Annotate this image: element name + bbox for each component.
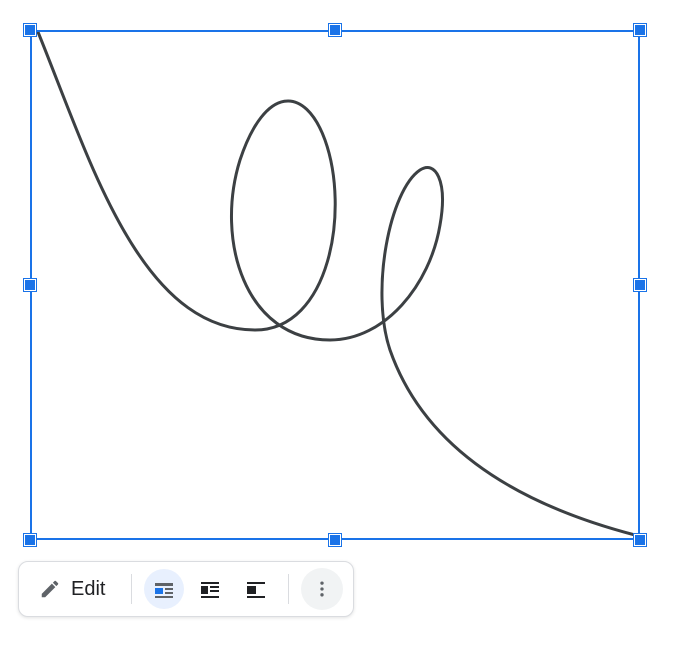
break-text-icon xyxy=(244,577,268,601)
wrap-text-icon xyxy=(198,577,222,601)
drawing-selection[interactable] xyxy=(30,30,640,540)
toolbar-divider xyxy=(131,574,132,604)
resize-handle-n[interactable] xyxy=(329,24,341,36)
inline-wrap-icon xyxy=(152,577,176,601)
resize-handle-e[interactable] xyxy=(634,279,646,291)
resize-handle-nw[interactable] xyxy=(24,24,36,36)
resize-handle-ne[interactable] xyxy=(634,24,646,36)
more-vertical-icon xyxy=(312,579,332,599)
drawing-canvas[interactable] xyxy=(30,30,640,540)
break-text-button[interactable] xyxy=(236,569,276,609)
resize-handle-s[interactable] xyxy=(329,534,341,546)
more-options-button[interactable] xyxy=(301,568,343,610)
pencil-icon xyxy=(39,578,61,600)
edit-button[interactable]: Edit xyxy=(29,570,119,609)
resize-handle-se[interactable] xyxy=(634,534,646,546)
resize-handle-sw[interactable] xyxy=(24,534,36,546)
inline-wrap-button[interactable] xyxy=(144,569,184,609)
toolbar-divider xyxy=(288,574,289,604)
resize-handle-w[interactable] xyxy=(24,279,36,291)
wrap-text-button[interactable] xyxy=(190,569,230,609)
image-options-toolbar: Edit xyxy=(18,561,354,617)
edit-button-label: Edit xyxy=(71,578,105,601)
